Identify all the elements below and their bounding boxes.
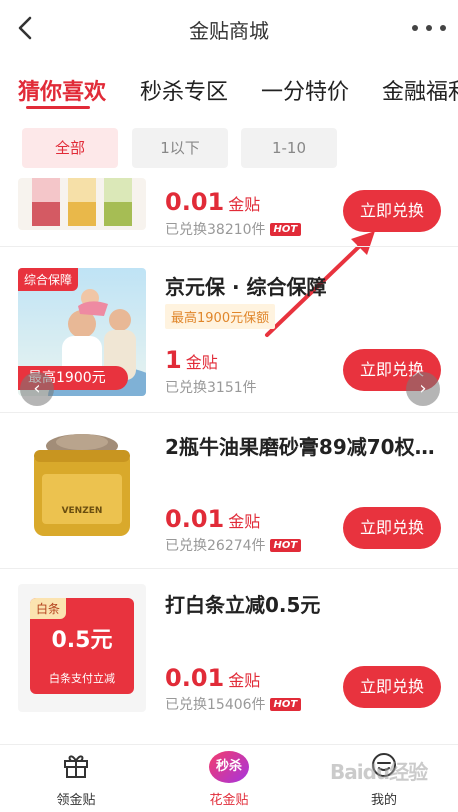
coverage-tag: 最高1900元保额: [165, 304, 276, 329]
tab-finance-benefits[interactable]: 金融福利: [382, 74, 458, 106]
active-tab-indicator: [26, 106, 90, 109]
coupon-footer: 白条支付立减: [49, 672, 115, 685]
divider: [0, 246, 458, 247]
nav-label: 领金贴: [56, 793, 96, 808]
product-image[interactable]: [18, 178, 146, 230]
product-price: 0.01 金贴: [165, 505, 261, 533]
product-title[interactable]: 京元保 · 综合保障: [165, 271, 327, 300]
nav-label: 花金贴: [209, 793, 249, 808]
more-options-icon[interactable]: [412, 16, 446, 40]
redeem-button[interactable]: 立即兑换: [343, 666, 441, 708]
filter-chip-under-1[interactable]: 1以下: [132, 128, 228, 168]
redeem-button[interactable]: 立即兑换: [343, 507, 441, 549]
hot-badge: HOT: [269, 697, 302, 711]
flash-sale-icon: 秒杀: [209, 751, 249, 783]
sold-count: 已兑换15406件 HOT: [165, 694, 302, 714]
tab-flash-sale[interactable]: 秒杀专区: [140, 74, 228, 106]
product-price: 0.01 金贴: [165, 188, 261, 216]
category-tabs: 猜你喜欢 秒杀专区 一分特价 金融福利: [0, 64, 458, 116]
filter-chip-1-10[interactable]: 1-10: [241, 128, 337, 168]
product-price: 1 金贴: [165, 346, 218, 374]
watermark: Baidu经验: [330, 760, 428, 784]
nav-item-spend[interactable]: 秒杀 花金贴: [179, 751, 279, 808]
product-title[interactable]: 2瓶牛油果磨砂膏89减70权…: [165, 431, 435, 460]
header-bar: 金贴商城: [0, 0, 458, 58]
thumb-badge: 综合保障: [18, 268, 79, 291]
filter-chip-all[interactable]: 全部: [22, 128, 118, 168]
product-image[interactable]: VENZEN: [18, 424, 146, 552]
page-title: 金贴商城: [189, 19, 269, 43]
gift-icon: [64, 755, 88, 778]
nav-item-collect[interactable]: 领金贴: [26, 751, 126, 808]
tab-one-cent[interactable]: 一分特价: [261, 74, 349, 106]
nav-label: 我的: [370, 793, 397, 808]
sold-count: 已兑换26274件 HOT: [165, 535, 302, 555]
brand-label: VENZEN: [61, 506, 103, 516]
product-title[interactable]: 打白条立减0.5元: [165, 589, 320, 618]
divider: [0, 568, 458, 569]
sold-count: 已兑换3151件: [165, 380, 257, 396]
product-price: 0.01 金贴: [165, 664, 261, 692]
carousel-prev-icon[interactable]: ‹: [20, 372, 54, 406]
hot-badge: HOT: [269, 538, 302, 552]
coupon-tag: 白条: [30, 598, 67, 619]
coupon-amount: 0.5元: [51, 628, 113, 653]
divider: [0, 412, 458, 413]
carousel-next-icon[interactable]: ›: [406, 372, 440, 406]
product-image[interactable]: 白条 0.5元 白条支付立减: [18, 584, 146, 712]
tab-guess-you-like[interactable]: 猜你喜欢: [18, 74, 106, 106]
